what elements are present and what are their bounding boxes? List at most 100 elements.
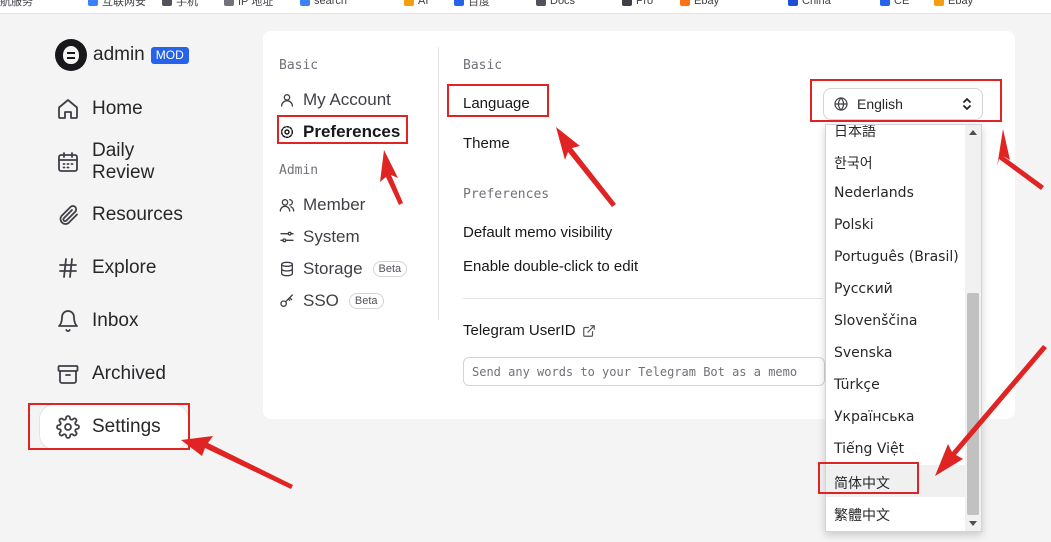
bookmark-item[interactable]: 百度 xyxy=(454,0,490,8)
bookmark-label: 手机 xyxy=(176,0,198,8)
bookmark-label: Ebay xyxy=(948,0,974,7)
nav-explore[interactable]: Explore xyxy=(40,246,188,290)
menu-my-account[interactable]: My Account xyxy=(279,87,391,113)
language-option[interactable]: Українська xyxy=(834,409,914,425)
role-badge: MOD xyxy=(150,46,189,64)
bookmark-item[interactable]: 手机 xyxy=(162,0,198,8)
bookmark-label: Docs xyxy=(550,0,576,7)
bookmark-item[interactable]: 航服务 xyxy=(0,0,33,8)
menu-system[interactable]: System xyxy=(279,224,360,250)
language-option[interactable]: Svenska xyxy=(834,345,892,361)
bookmark-label: Pro xyxy=(636,0,654,7)
beta-badge: Beta xyxy=(348,293,384,309)
menu-member[interactable]: Member xyxy=(279,192,365,218)
dropdown-scrollbar[interactable] xyxy=(965,125,981,531)
language-option[interactable]: Polski xyxy=(834,217,874,233)
language-label: Language xyxy=(463,95,530,112)
nav-resources[interactable]: Resources xyxy=(40,193,188,237)
bookmark-favicon-icon xyxy=(934,0,944,6)
bookmark-item[interactable]: 互联网安 xyxy=(88,0,146,8)
scroll-up-arrow-icon[interactable] xyxy=(969,130,977,135)
menu-storage[interactable]: Storage Beta xyxy=(279,256,408,282)
prefs-section-preferences: Preferences xyxy=(463,187,550,202)
nav-label: Resources xyxy=(92,204,183,225)
language-option[interactable]: Türkçe xyxy=(834,377,880,393)
language-option[interactable]: Português (Brasil) xyxy=(834,249,959,265)
horizontal-divider xyxy=(463,298,823,299)
bell-icon xyxy=(58,310,78,332)
language-dropdown-list[interactable]: 日本語 한국어 Nederlands Polski Português (Brasil)… xyxy=(825,124,982,532)
language-option[interactable]: Русский xyxy=(834,281,893,297)
bookmark-favicon-icon xyxy=(88,0,98,6)
bookmark-item[interactable]: CE xyxy=(880,0,909,8)
menu-label: Preferences xyxy=(303,122,401,141)
bookmark-favicon-icon xyxy=(680,0,690,6)
menu-section-admin: Admin xyxy=(279,163,319,178)
vertical-divider xyxy=(438,47,439,320)
visibility-label: Default memo visibility xyxy=(463,224,613,241)
calendar-icon xyxy=(58,152,78,172)
nav-label: Archived xyxy=(92,363,166,384)
bookmark-item[interactable]: Docs xyxy=(536,0,575,8)
users-icon xyxy=(279,199,295,212)
nav-label: Inbox xyxy=(92,310,139,331)
language-option[interactable]: 繁體中文 xyxy=(834,505,890,525)
bookmark-favicon-icon xyxy=(224,0,234,6)
bookmark-favicon-icon xyxy=(536,0,546,6)
bookmark-label: AI xyxy=(418,0,429,7)
bookmark-item[interactable]: IP 地址 xyxy=(224,0,273,8)
key-icon xyxy=(280,294,293,307)
nav-inbox[interactable]: Inbox xyxy=(40,299,188,343)
menu-label: SSO xyxy=(303,291,339,310)
nav-archived[interactable]: Archived xyxy=(40,352,188,396)
bookmark-item[interactable]: search xyxy=(300,0,347,8)
nav-label: Settings xyxy=(92,416,161,437)
telegram-placeholder: Send any words to your Telegram Bot as a… xyxy=(472,364,798,379)
username: admin xyxy=(93,44,145,65)
bookmark-favicon-icon xyxy=(788,0,798,6)
menu-preferences[interactable]: Preferences xyxy=(279,119,400,145)
language-option[interactable]: 한국어 xyxy=(834,153,873,173)
chevron-up-down-icon xyxy=(963,98,971,110)
telegram-userid-input[interactable]: Send any words to your Telegram Bot as a… xyxy=(463,357,825,386)
language-option[interactable]: 日本語 xyxy=(834,125,876,141)
bookmark-label: 航服务 xyxy=(0,0,33,8)
database-icon xyxy=(281,261,293,277)
bookmark-label: Ebay xyxy=(694,0,720,7)
menu-label: Member xyxy=(303,195,366,214)
bookmark-favicon-icon xyxy=(162,0,172,6)
language-option[interactable]: Nederlands xyxy=(834,185,914,201)
bookmarks-bar: 航服务 互联网安 手机 IP 地址 search AI 百度 Docs Pro Ebay China… xyxy=(0,0,1051,14)
bookmark-favicon-icon xyxy=(880,0,890,6)
hash-icon xyxy=(59,258,77,278)
user-icon xyxy=(281,94,293,107)
language-option[interactable]: Tiếng Việt xyxy=(834,441,904,457)
bookmark-item[interactable]: AI xyxy=(404,0,428,8)
theme-label: Theme xyxy=(463,135,510,152)
scroll-down-arrow-icon[interactable] xyxy=(969,521,977,526)
bookmark-item[interactable]: Pro xyxy=(622,0,653,8)
bookmark-favicon-icon xyxy=(300,0,310,6)
external-link-icon[interactable] xyxy=(582,324,596,338)
menu-label: My Account xyxy=(303,90,391,109)
prefs-section-basic: Basic xyxy=(463,58,503,73)
nav-home[interactable]: Home xyxy=(40,87,188,131)
scrollbar-thumb[interactable] xyxy=(967,293,979,515)
home-icon xyxy=(58,99,78,119)
bookmark-item[interactable]: Ebay xyxy=(680,0,719,8)
language-select[interactable]: English xyxy=(823,88,983,120)
nav-daily-review[interactable]: Daily Review xyxy=(40,140,188,184)
language-option[interactable]: 简体中文 xyxy=(834,473,890,493)
nav-settings[interactable]: Settings xyxy=(40,405,188,449)
bookmark-item[interactable]: China xyxy=(788,0,831,8)
menu-sso[interactable]: SSO Beta xyxy=(279,288,384,314)
archive-icon xyxy=(57,365,79,384)
user-profile[interactable]: admin MOD xyxy=(55,38,189,72)
nav-label: Home xyxy=(92,98,143,119)
nav-label: Explore xyxy=(92,257,157,278)
bookmark-favicon-icon xyxy=(622,0,632,6)
bookmark-label: 互联网安 xyxy=(102,0,146,8)
bookmark-item[interactable]: Ebay xyxy=(934,0,973,8)
menu-label: Storage xyxy=(303,259,363,278)
language-option[interactable]: Slovenščina xyxy=(834,313,917,329)
